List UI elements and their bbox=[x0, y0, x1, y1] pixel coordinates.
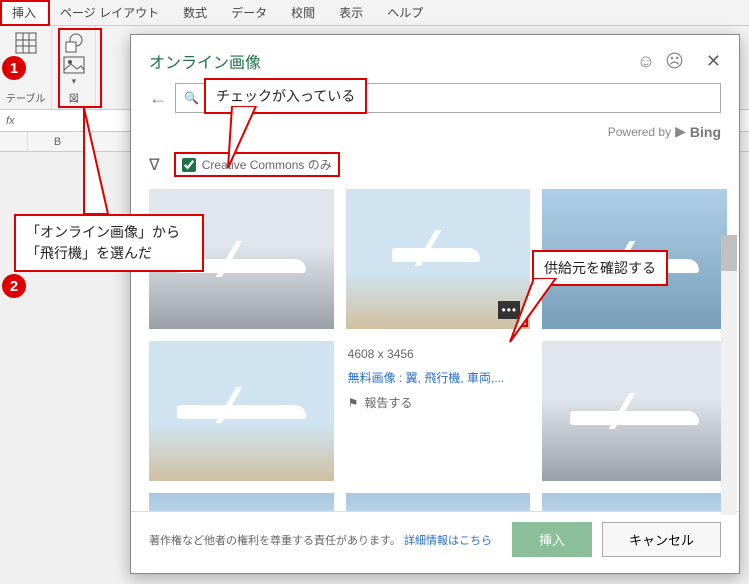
filter-icon[interactable]: ∇ bbox=[149, 155, 160, 175]
bing-logo-icon: ▶ bbox=[675, 123, 686, 140]
callout-tail-2 bbox=[78, 108, 118, 218]
scrollbar[interactable] bbox=[721, 235, 737, 515]
back-icon[interactable]: ← bbox=[149, 88, 167, 109]
callout-tail-3 bbox=[508, 278, 558, 344]
image-result[interactable]: ••• bbox=[346, 189, 531, 329]
report-link[interactable]: ⚑報告する bbox=[348, 394, 529, 411]
tab-data[interactable]: データ bbox=[219, 0, 279, 25]
bing-text: Bing bbox=[690, 124, 721, 140]
dialog-title: オンライン画像 bbox=[149, 49, 261, 73]
image-dimensions: 4608 x 3456 bbox=[348, 347, 529, 361]
image-result[interactable] bbox=[149, 493, 334, 511]
tab-page-layout[interactable]: ページ レイアウト bbox=[48, 0, 171, 25]
details-link[interactable]: 詳細情報はこちら bbox=[404, 535, 492, 547]
callout-tail-1 bbox=[222, 106, 262, 170]
dialog-footer: 著作権など他者の権利を尊重する責任があります。 詳細情報はこちら 挿入 キャンセ… bbox=[131, 511, 739, 573]
footer-note: 著作権など他者の権利を尊重する責任があります。 詳細情報はこちら bbox=[149, 532, 492, 548]
ribbon-tabs: 挿入 ページ レイアウト 数式 データ 校閲 表示 ヘルプ bbox=[0, 0, 749, 26]
image-result[interactable] bbox=[542, 341, 727, 481]
cc-checkbox-input[interactable] bbox=[182, 158, 196, 172]
cancel-button[interactable]: キャンセル bbox=[602, 522, 721, 557]
table-button[interactable] bbox=[13, 30, 39, 56]
fx-icon[interactable]: fx bbox=[0, 115, 21, 127]
tab-view[interactable]: 表示 bbox=[327, 0, 375, 25]
image-result[interactable] bbox=[149, 341, 334, 481]
annotation-number-1: 1 bbox=[2, 56, 26, 80]
tab-review[interactable]: 校閲 bbox=[279, 0, 327, 25]
image-result[interactable] bbox=[346, 493, 531, 511]
dialog-header: オンライン画像 ☺ ☹ ✕ bbox=[131, 35, 739, 79]
smile-icon[interactable]: ☺ bbox=[637, 51, 655, 72]
dialog-header-actions: ☺ ☹ ✕ bbox=[637, 51, 721, 72]
image-info-card: 4608 x 3456 無料画像 : 翼, 飛行機, 車両,... ⚑報告する bbox=[346, 341, 531, 481]
image-result[interactable] bbox=[542, 493, 727, 511]
close-icon[interactable]: ✕ bbox=[706, 51, 721, 72]
tab-formulas[interactable]: 数式 bbox=[171, 0, 219, 25]
image-results-grid: ••• 4608 x 3456 無料画像 : 翼, 飛行機, 車両,... ⚑報… bbox=[131, 183, 739, 511]
frown-icon[interactable]: ☹ bbox=[665, 51, 684, 72]
image-title-link[interactable]: 無料画像 : 翼, 飛行機, 車両,... bbox=[348, 369, 529, 386]
annotation-box-tab bbox=[0, 0, 50, 26]
table-icon bbox=[15, 32, 37, 54]
table-label: テーブル bbox=[6, 90, 45, 105]
annotation-number-2: 2 bbox=[2, 274, 26, 298]
scrollbar-thumb[interactable] bbox=[721, 235, 737, 271]
flag-icon: ⚑ bbox=[348, 396, 359, 410]
callout-online-pictures: 「オンライン画像」から「飛行機」を選んだ bbox=[14, 214, 204, 272]
insert-button[interactable]: 挿入 bbox=[512, 522, 592, 557]
annotation-box-button bbox=[58, 28, 102, 108]
footer-buttons: 挿入 キャンセル bbox=[512, 522, 721, 557]
powered-label: Powered by bbox=[608, 125, 671, 139]
corner-cell[interactable] bbox=[0, 132, 28, 151]
search-icon: 🔍 bbox=[184, 91, 199, 105]
tab-help[interactable]: ヘルプ bbox=[375, 0, 435, 25]
